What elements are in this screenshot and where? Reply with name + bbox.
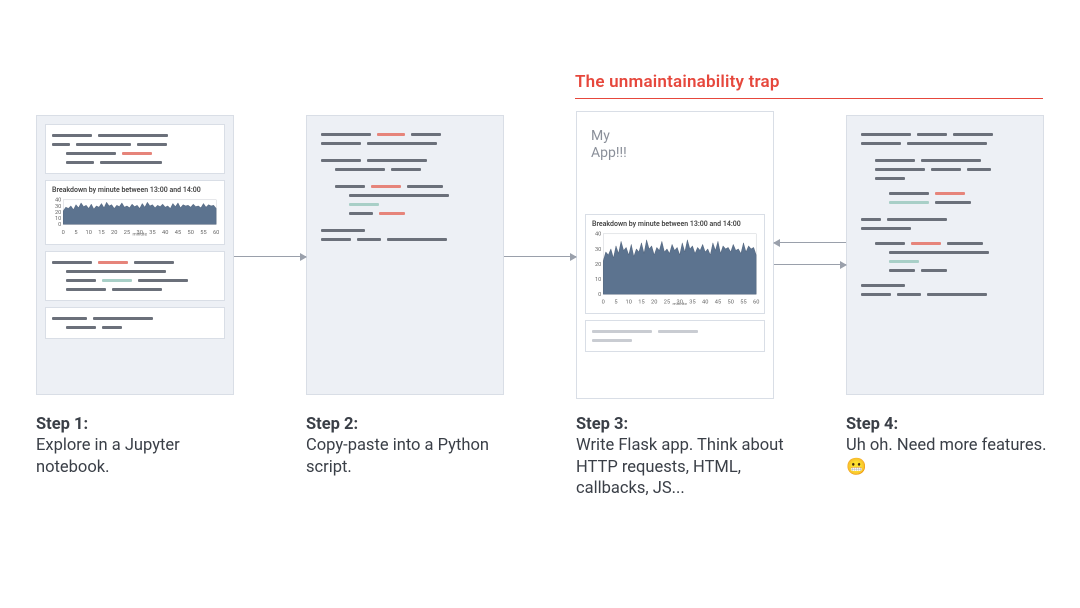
trap-header: The unmaintainability trap bbox=[575, 72, 1043, 99]
svg-text:45: 45 bbox=[175, 230, 181, 236]
caption-step1-label: Step 1: bbox=[36, 415, 88, 434]
svg-text:40: 40 bbox=[702, 299, 708, 305]
svg-text:45: 45 bbox=[715, 299, 721, 305]
app-output-box bbox=[585, 320, 765, 352]
trap-underline bbox=[575, 98, 1043, 99]
chart-title: Breakdown by minute between 13:00 and 14… bbox=[590, 219, 760, 230]
svg-text:0: 0 bbox=[62, 230, 65, 236]
svg-text:50: 50 bbox=[188, 230, 194, 236]
trap-title: The unmaintainability trap bbox=[575, 72, 1043, 98]
caption-step2: Step 2: Copy-paste into a Python script. bbox=[306, 414, 526, 478]
chart-title-small: Breakdown by minute between 13:00 and 14… bbox=[50, 185, 220, 196]
caption-step4-label: Step 4: bbox=[846, 415, 898, 434]
app-chart: Breakdown by minute between 13:00 and 14… bbox=[585, 214, 765, 315]
panel-more bbox=[846, 115, 1044, 395]
caption-step1: Step 1: Explore in a Jupyter notebook. bbox=[36, 414, 256, 478]
arrow-step4-step3 bbox=[774, 242, 846, 243]
arrow-step1-step2 bbox=[234, 256, 306, 257]
svg-text:5: 5 bbox=[614, 299, 617, 305]
panel-flask-app: MyApp!!! Breakdown by minute between 13:… bbox=[576, 111, 774, 399]
panel-jupyter: Breakdown by minute between 13:00 and 14… bbox=[36, 115, 234, 395]
arrow-step3-step4 bbox=[774, 264, 846, 265]
svg-text:35: 35 bbox=[689, 299, 695, 305]
svg-text:60: 60 bbox=[753, 299, 759, 305]
svg-text:60: 60 bbox=[213, 230, 219, 236]
caption-step4: Step 4: Uh oh. Need more features.😬 bbox=[846, 414, 1066, 478]
area-chart: 051015202530354045505560010203040minute bbox=[590, 230, 760, 306]
panel-script bbox=[306, 115, 504, 395]
svg-text:20: 20 bbox=[111, 230, 117, 236]
svg-text:40: 40 bbox=[162, 230, 168, 236]
svg-text:10: 10 bbox=[595, 277, 601, 283]
caption-step4-text: Uh oh. Need more features.😬 bbox=[846, 436, 1046, 476]
svg-text:10: 10 bbox=[55, 216, 61, 222]
svg-text:15: 15 bbox=[638, 299, 644, 305]
svg-text:25: 25 bbox=[124, 230, 130, 236]
arrow-step2-step3 bbox=[504, 256, 576, 257]
caption-step2-text: Copy-paste into a Python script. bbox=[306, 436, 489, 476]
svg-text:minute: minute bbox=[132, 232, 147, 236]
svg-text:40: 40 bbox=[55, 198, 61, 204]
mini-area-chart: 051015202530354045505560010203040minute bbox=[50, 196, 220, 236]
caption-step2-label: Step 2: bbox=[306, 415, 358, 434]
notebook-cell bbox=[45, 124, 225, 174]
svg-text:10: 10 bbox=[86, 230, 92, 236]
notebook-cell bbox=[45, 307, 225, 339]
notebook-chart-cell: Breakdown by minute between 13:00 and 14… bbox=[45, 180, 225, 245]
svg-text:5: 5 bbox=[74, 230, 77, 236]
notebook-cell bbox=[45, 251, 225, 301]
caption-step3: Step 3: Write Flask app. Think about HTT… bbox=[576, 414, 796, 500]
caption-step3-label: Step 3: bbox=[576, 415, 628, 434]
svg-text:20: 20 bbox=[651, 299, 657, 305]
svg-text:25: 25 bbox=[664, 299, 670, 305]
svg-text:50: 50 bbox=[728, 299, 734, 305]
app-title: MyApp!!! bbox=[585, 120, 765, 162]
svg-text:minute: minute bbox=[672, 301, 687, 305]
svg-text:15: 15 bbox=[98, 230, 104, 236]
svg-text:55: 55 bbox=[200, 230, 206, 236]
svg-text:30: 30 bbox=[55, 204, 61, 210]
svg-text:55: 55 bbox=[740, 299, 746, 305]
caption-step1-text: Explore in a Jupyter notebook. bbox=[36, 436, 180, 476]
caption-step3-text: Write Flask app. Think about HTTP reques… bbox=[576, 436, 784, 498]
svg-text:20: 20 bbox=[55, 210, 61, 216]
svg-text:30: 30 bbox=[595, 246, 601, 252]
svg-text:20: 20 bbox=[595, 261, 601, 267]
svg-text:10: 10 bbox=[626, 299, 632, 305]
svg-text:0: 0 bbox=[598, 292, 601, 298]
svg-text:35: 35 bbox=[149, 230, 155, 236]
svg-text:0: 0 bbox=[602, 299, 605, 305]
svg-text:40: 40 bbox=[595, 231, 601, 237]
svg-text:0: 0 bbox=[58, 222, 61, 228]
